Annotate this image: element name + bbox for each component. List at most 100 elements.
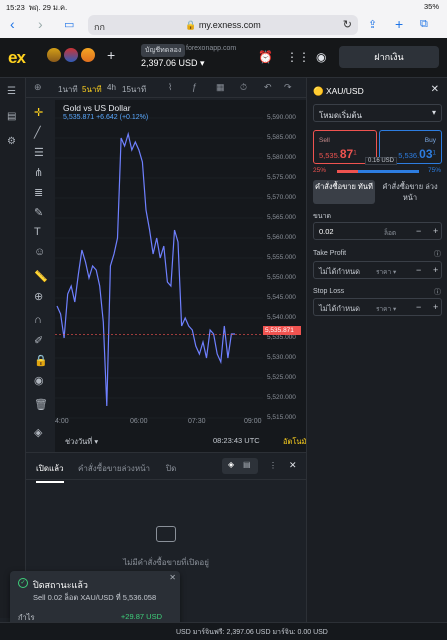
volume-increase[interactable]: +	[433, 226, 438, 236]
layout-icon[interactable]: ▦	[216, 82, 225, 93]
y-tick-label: 5,525.000	[267, 374, 296, 381]
deposit-button[interactable]: ฝากเงิน	[339, 46, 439, 68]
crosshair-icon[interactable]: ✛	[34, 106, 43, 119]
add-instrument-icon[interactable]: +	[107, 47, 115, 63]
instrument-tab-icon[interactable]	[47, 48, 61, 62]
price-axis[interactable]: 5,590.000 5,585.000 5,580.000 5,575.000 5,57…	[263, 100, 306, 421]
y-tick-label: 5,575.000	[267, 174, 296, 181]
take-profit-decrease[interactable]: −	[416, 265, 421, 275]
y-tick-label: 5,585.000	[267, 134, 296, 141]
apps-grid-icon[interactable]: ⋮⋮	[286, 50, 310, 64]
account-balance[interactable]: 2,397.06 USD ▾	[141, 58, 205, 69]
sentiment-buy: 75%	[427, 167, 441, 174]
more-icon[interactable]: ⋮	[269, 461, 277, 470]
order-mode-select[interactable]: โหมดเริ่มต้น ▾	[313, 104, 442, 122]
emoji-icon[interactable]: ☺	[34, 246, 45, 258]
alarm-icon[interactable]: ⏰	[258, 50, 273, 64]
buy-label: Buy	[424, 137, 436, 144]
account-type-badge[interactable]: บัญชีทดลอง	[141, 44, 186, 57]
settings-icon[interactable]: ⚙	[7, 136, 16, 147]
magnet-icon[interactable]: ∩	[34, 314, 42, 326]
check-icon: ✓	[18, 578, 28, 588]
y-tick-label: 5,555.000	[267, 254, 296, 261]
profile-icon[interactable]: ◉	[316, 50, 326, 64]
tab-pending[interactable]: คำสั่งซื้อขายล่วงหน้า	[78, 462, 150, 475]
spread-badge: 0.16 USD	[365, 157, 398, 165]
view-toggle[interactable]: ◈ ▤	[222, 458, 258, 474]
trash-icon[interactable]: 🗑	[34, 398, 48, 411]
date-range-select[interactable]: ช่วงวันที่ ▾	[65, 436, 98, 448]
close-toast-icon[interactable]: ✕	[169, 573, 176, 582]
take-profit-value[interactable]: ไม่ได้กำหนด	[319, 266, 360, 278]
redo-icon[interactable]: ↷	[284, 82, 292, 93]
close-panel-icon[interactable]: ✕	[289, 460, 297, 471]
timeframe-15m[interactable]: 15นาที	[122, 83, 146, 96]
lock-icon[interactable]: 🔒	[34, 354, 48, 367]
new-tab-icon[interactable]: +	[395, 16, 403, 32]
instrument-tab-icon[interactable]	[64, 48, 78, 62]
volume-value[interactable]: 0.02	[319, 227, 334, 236]
stop-loss-value[interactable]: ไม่ได้กำหนด	[319, 303, 360, 315]
timeframe-4h[interactable]: 4h	[107, 83, 116, 92]
reload-icon[interactable]: ↻	[343, 18, 352, 31]
chart-type-icon[interactable]: ⌇	[168, 82, 172, 93]
y-tick-label: 5,530.000	[267, 354, 296, 361]
exness-logo[interactable]: ex	[8, 48, 26, 68]
volume-unit: ล็อต	[384, 230, 397, 237]
stop-loss-unit[interactable]: ราคา ▾	[376, 304, 396, 314]
share-icon[interactable]: ⇪	[368, 18, 377, 31]
brush-icon[interactable]: ✎	[34, 206, 43, 219]
horizontal-lines-icon[interactable]: ☰	[34, 146, 44, 159]
eye-icon[interactable]: ◉	[34, 374, 44, 387]
tabs-icon[interactable]: ⧉	[420, 18, 428, 31]
back-icon[interactable]: ‹	[10, 16, 15, 32]
take-profit-increase[interactable]: +	[433, 265, 438, 275]
stop-loss-field[interactable]: ไม่ได้กำหนด ราคา ▾ − +	[313, 298, 442, 316]
take-profit-label: Take Profit	[313, 250, 347, 257]
take-profit-field[interactable]: ไม่ได้กำหนด ราคา ▾ − +	[313, 261, 442, 279]
ruler-icon[interactable]: 📏	[34, 270, 48, 283]
stop-loss-info-icon[interactable]: ⓘ	[434, 287, 441, 297]
trendline-icon[interactable]: ╱	[34, 126, 41, 139]
zoom-icon[interactable]: ⊕	[34, 290, 43, 303]
stack-view-icon[interactable]: ▤	[243, 460, 251, 469]
price-series-line	[56, 131, 235, 407]
y-tick-label: 5,550.000	[267, 274, 296, 281]
chart-footer: ช่วงวันที่ ▾ 08:23:43 UTC อัตโนมัติ	[55, 432, 311, 452]
alert-icon[interactable]: ⏱	[240, 82, 247, 93]
briefcase-icon	[156, 526, 176, 542]
fib-icon[interactable]: ≣	[34, 186, 43, 199]
indicators-icon[interactable]: ƒ	[192, 82, 197, 92]
text-icon[interactable]: T	[34, 226, 41, 238]
left-sidebar: ☰ ▤ ⚙	[0, 78, 26, 618]
y-tick-label: 5,580.000	[267, 154, 296, 161]
layers-view-icon[interactable]: ◈	[228, 460, 234, 469]
close-order-panel-icon[interactable]: ✕	[431, 84, 439, 95]
stop-loss-decrease[interactable]: −	[416, 302, 421, 312]
sentiment-sell: 25%	[313, 167, 327, 174]
forward-icon[interactable]: ›	[38, 16, 43, 32]
tab-closed[interactable]: ปิด	[166, 462, 176, 475]
timeframe-1m[interactable]: 1นาที	[58, 83, 78, 96]
address-bar[interactable]: กก 🔒 my.exness.com ↻	[88, 15, 358, 35]
calendar-icon[interactable]: ▤	[7, 111, 16, 122]
volume-decrease[interactable]: −	[416, 226, 421, 236]
layers-icon[interactable]: ◈	[34, 426, 42, 439]
book-icon[interactable]: ▭	[64, 18, 74, 31]
position-closed-toast: ✓ ปิดสถานะแล้ว Sell 0.02 ล็อต XAU/USD ที…	[10, 571, 180, 627]
tab-pending-order[interactable]: คำสั่งซื้อขาย ล่วงหน้า	[379, 180, 441, 204]
take-profit-info-icon[interactable]: ⓘ	[434, 249, 441, 259]
stop-loss-increase[interactable]: +	[433, 302, 438, 312]
pitchfork-icon[interactable]: ⋔	[34, 166, 43, 179]
instrument-tab-icon[interactable]	[81, 48, 95, 62]
pencil-lock-icon[interactable]: ✐	[34, 334, 43, 347]
tab-market-order[interactable]: คำสั่งซื้อขาย ทันที	[313, 180, 375, 204]
volume-field[interactable]: 0.02 ล็อต − +	[313, 222, 442, 240]
add-indicator-icon[interactable]: ⊕	[34, 82, 42, 93]
url-text: 🔒 my.exness.com	[185, 20, 261, 30]
undo-icon[interactable]: ↶	[264, 82, 272, 93]
timeframe-5m[interactable]: 5นาที	[82, 83, 102, 96]
take-profit-unit[interactable]: ราคา ▾	[376, 267, 396, 277]
menu-icon[interactable]: ☰	[7, 86, 16, 97]
y-tick-label: 5,515.000	[267, 414, 296, 421]
